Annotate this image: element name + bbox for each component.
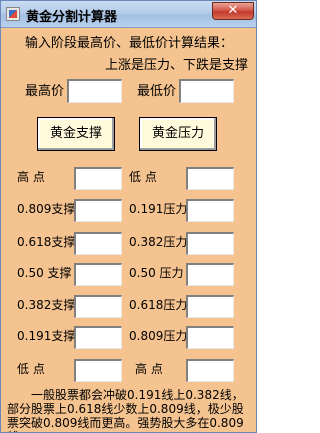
left-field-0618[interactable] — [74, 232, 122, 255]
golden-pressure-button[interactable]: 黄金压力 — [139, 117, 217, 151]
golden-support-button[interactable]: 黄金支撑 — [37, 117, 115, 151]
left-field-050[interactable] — [74, 263, 122, 286]
low-price-input[interactable] — [179, 79, 234, 103]
title-bar[interactable]: 黄金分割计算器 ✕ — [1, 1, 256, 28]
right-field-0809[interactable] — [186, 326, 234, 349]
right-label-0191: 0.191压力 — [129, 202, 188, 216]
right-field-0191[interactable] — [186, 199, 234, 222]
right-field-0618[interactable] — [186, 295, 234, 318]
left-label-0618: 0.618支撑 — [17, 235, 76, 249]
app-window: 黄金分割计算器 ✕ 输入阶段最高价、最低价计算结果： 上涨是压力、下跌是支撑 最… — [0, 0, 257, 433]
left-field-low[interactable] — [74, 359, 122, 382]
right-label-050: 0.50 压力 — [129, 266, 184, 280]
left-label-low: 低 点 — [17, 362, 45, 376]
left-label-0191: 0.191支撑 — [17, 329, 76, 343]
right-label-0382: 0.382压力 — [129, 235, 188, 249]
right-field-050[interactable] — [186, 263, 234, 286]
low-price-label: 最低价 — [137, 84, 177, 99]
left-label-0382: 0.382支撑 — [17, 298, 76, 312]
left-field-high[interactable] — [74, 167, 122, 190]
high-price-input[interactable] — [67, 79, 122, 103]
right-field-high[interactable] — [186, 359, 234, 382]
right-field-0382[interactable] — [186, 232, 234, 255]
description-text: 一般股票都会冲破0.191线上0.382线，部分股票上0.618线少数上0.80… — [7, 388, 244, 432]
right-field-low[interactable] — [186, 167, 234, 190]
left-field-0382[interactable] — [74, 295, 122, 318]
high-price-label: 最高价 — [25, 84, 65, 99]
right-label-0809: 0.809压力 — [129, 329, 188, 343]
left-label-high: 高 点 — [17, 170, 45, 184]
right-label-high: 高 点 — [135, 362, 163, 376]
left-field-0191[interactable] — [74, 326, 122, 349]
app-icon — [6, 7, 20, 21]
hint-text: 上涨是压力、下跌是支撑 — [105, 58, 249, 73]
right-label-0618: 0.618压力 — [129, 298, 188, 312]
left-label-0809: 0.809支撑 — [17, 202, 76, 216]
left-field-0809[interactable] — [74, 199, 122, 222]
instruction-text: 输入阶段最高价、最低价计算结果： — [25, 36, 234, 51]
close-button[interactable]: ✕ — [212, 2, 254, 20]
right-label-low: 低 点 — [129, 170, 157, 184]
window-title: 黄金分割计算器 — [26, 10, 118, 25]
left-label-050: 0.50 支撑 — [17, 266, 72, 280]
